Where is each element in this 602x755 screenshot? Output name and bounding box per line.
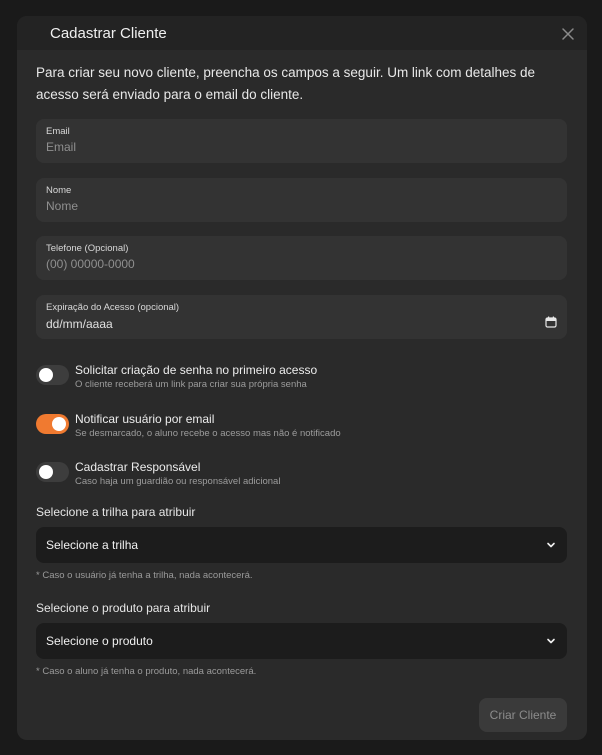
intro-text: Para criar seu novo cliente, preencha os… bbox=[36, 65, 536, 102]
phone-input[interactable] bbox=[46, 257, 526, 271]
name-input[interactable] bbox=[46, 199, 526, 213]
toggle-row-notify: Notificar usuário por email Se desmarcad… bbox=[36, 412, 556, 448]
create-client-button[interactable]: Criar Cliente bbox=[479, 698, 567, 732]
product-section-label: Selecione o produto para atribuir bbox=[36, 601, 211, 615]
chevron-down-icon bbox=[547, 542, 555, 548]
notify-toggle[interactable] bbox=[36, 414, 69, 434]
email-input[interactable] bbox=[46, 140, 526, 154]
email-label: Email bbox=[46, 126, 70, 137]
toggle-knob bbox=[39, 465, 53, 479]
password-toggle-subtitle: O cliente receberá um link para criar su… bbox=[75, 379, 307, 390]
chevron-down-icon bbox=[547, 638, 555, 644]
guardian-toggle-subtitle: Caso haja um guardião ou responsável adi… bbox=[75, 476, 281, 487]
name-label: Nome bbox=[46, 185, 72, 196]
toggle-knob bbox=[39, 368, 53, 382]
expiry-date-field[interactable]: Expiração do Acesso (opcional) dd/mm/aaa… bbox=[36, 295, 567, 339]
name-field[interactable]: Nome bbox=[36, 178, 567, 222]
trail-select-value: Selecione a trilha bbox=[46, 538, 139, 552]
password-toggle[interactable] bbox=[36, 365, 69, 385]
product-select-value: Selecione o produto bbox=[46, 634, 153, 648]
phone-label: Telefone (Opcional) bbox=[46, 243, 129, 254]
close-button[interactable] bbox=[561, 27, 575, 41]
guardian-toggle[interactable] bbox=[36, 462, 69, 482]
expiry-date-input[interactable]: dd/mm/aaaa bbox=[46, 317, 113, 331]
trail-section-label: Selecione a trilha para atribuir bbox=[36, 505, 196, 519]
guardian-toggle-title: Cadastrar Responsável bbox=[75, 460, 201, 474]
product-note: * Caso o aluno já tenha o produto, nada … bbox=[36, 666, 257, 677]
email-field[interactable]: Email bbox=[36, 119, 567, 163]
expiry-label: Expiração do Acesso (opcional) bbox=[46, 302, 180, 313]
create-client-modal: Cadastrar Cliente Para criar seu novo cl… bbox=[17, 16, 587, 740]
modal-header: Cadastrar Cliente bbox=[17, 16, 587, 50]
toggle-row-guardian: Cadastrar Responsável Caso haja um guard… bbox=[36, 460, 556, 496]
phone-field[interactable]: Telefone (Opcional) bbox=[36, 236, 567, 280]
product-select[interactable]: Selecione o produto bbox=[36, 623, 567, 659]
close-icon bbox=[562, 28, 574, 40]
password-toggle-title: Solicitar criação de senha no primeiro a… bbox=[75, 363, 318, 377]
toggle-knob bbox=[52, 417, 66, 431]
modal-title: Cadastrar Cliente bbox=[50, 25, 167, 42]
trail-select[interactable]: Selecione a trilha bbox=[36, 527, 567, 563]
toggle-row-password: Solicitar criação de senha no primeiro a… bbox=[36, 363, 556, 399]
notify-toggle-subtitle: Se desmarcado, o aluno recebe o acesso m… bbox=[75, 428, 341, 439]
notify-toggle-title: Notificar usuário por email bbox=[75, 412, 215, 426]
trail-note: * Caso o usuário já tenha a trilha, nada… bbox=[36, 570, 253, 581]
calendar-icon[interactable] bbox=[545, 316, 557, 328]
